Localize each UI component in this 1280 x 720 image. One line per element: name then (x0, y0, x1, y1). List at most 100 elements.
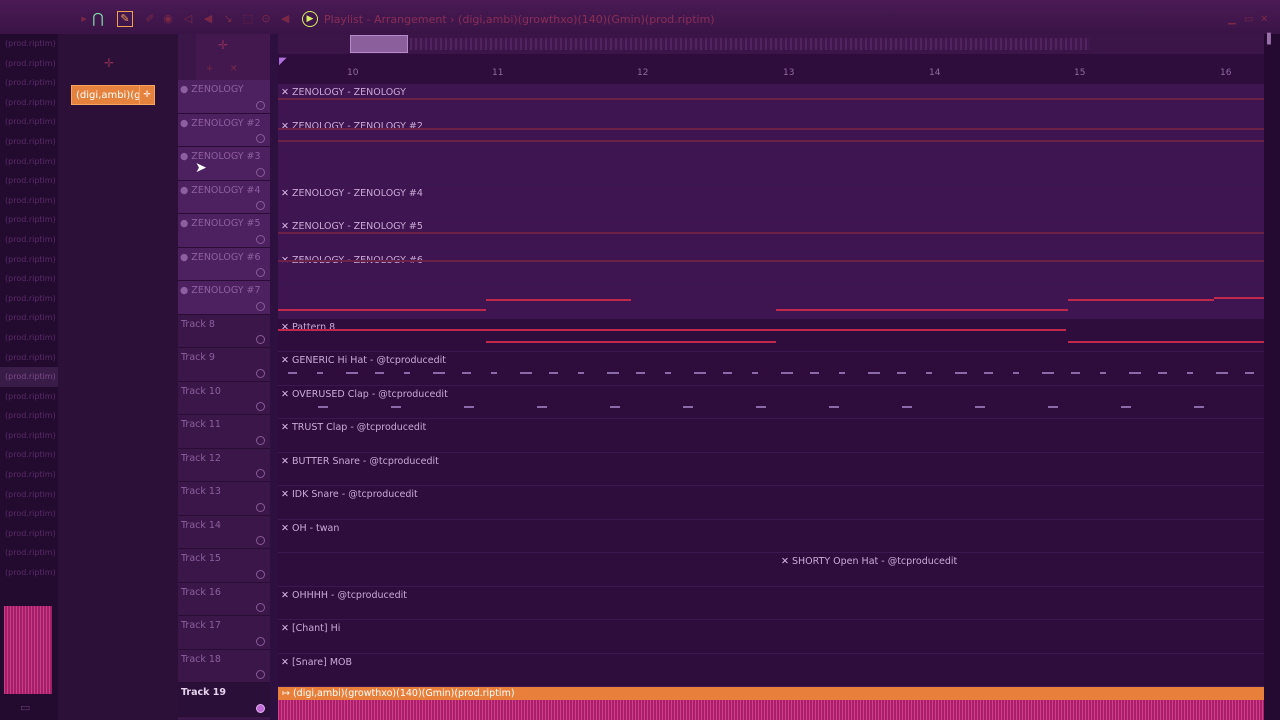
browser-item[interactable]: (prod.riptim) (0, 485, 58, 505)
browser-item[interactable]: (prod.riptim) (0, 210, 58, 230)
slip-icon[interactable]: ◀ (200, 11, 216, 27)
track-header[interactable]: Track 8 (178, 315, 270, 348)
browser-item[interactable]: (prod.riptim) (0, 73, 58, 93)
track-header[interactable]: ● ZENOLOGY #4 (178, 180, 270, 214)
browser-item[interactable]: (prod.riptim) (0, 406, 58, 426)
clip-label[interactable]: ✕ BUTTER Snare - @tcproducedit (281, 456, 439, 467)
clip-label[interactable]: ✕ IDK Snare - @tcproducedit (281, 489, 418, 500)
maximize-icon[interactable]: ▭ (1244, 14, 1253, 25)
track-enable-led[interactable] (256, 435, 265, 445)
browser-item[interactable]: (prod.riptim) (0, 465, 58, 485)
clip-label[interactable]: ✕ TRUST Clap - @tcproducedit (281, 422, 426, 433)
clip-menu-icon[interactable]: ✕ (281, 623, 289, 634)
pattern-move-icon[interactable]: ✛ (139, 85, 155, 105)
track-enable-led[interactable] (256, 502, 265, 512)
clip-label[interactable]: ✕ ZENOLOGY - ZENOLOGY (281, 87, 406, 98)
playback-icon[interactable]: ◀ (277, 11, 293, 27)
zoom-icon[interactable]: ⊙ (258, 11, 274, 27)
track-header[interactable]: Track 11 (178, 415, 270, 449)
clip-label[interactable]: ✕ ZENOLOGY - ZENOLOGY #2 (281, 121, 423, 132)
remove-track-icon[interactable]: ✕ (230, 64, 238, 74)
close-icon[interactable]: ✕ (1260, 14, 1268, 25)
clip-menu-icon[interactable]: ✕ (281, 221, 289, 232)
track-enable-led[interactable] (256, 201, 265, 210)
clip-label[interactable]: ✕ GENERIC Hi Hat - @tcproducedit (281, 355, 446, 366)
track-enable-led[interactable] (256, 636, 265, 646)
track-header[interactable]: Track 14 (178, 516, 270, 549)
clip-label[interactable]: ✕ SHORTY Open Hat - @tcproducedit (781, 556, 957, 567)
track-header[interactable]: Track 18 (178, 650, 270, 683)
add-track-icon[interactable]: + (206, 64, 214, 74)
track-lane[interactable]: ✕ TRUST Clap - @tcproducedit (278, 419, 1264, 453)
browser-item[interactable]: (prod.riptim) (0, 54, 58, 74)
track-header[interactable]: Track 19 (178, 683, 270, 717)
track-enable-led[interactable] (256, 100, 265, 110)
clip-label[interactable]: ✕ ZENOLOGY - ZENOLOGY #4 (281, 188, 423, 199)
track-lane[interactable]: ✕ ZENOLOGY - ZENOLOGY #2 (278, 117, 1264, 151)
snap-icon[interactable]: ✛ (218, 38, 228, 52)
track-header[interactable]: ● ZENOLOGY #2 (178, 113, 270, 147)
overview-scroll-thumb[interactable] (350, 35, 408, 53)
track-enable-led[interactable] (256, 670, 265, 679)
minimize-icon[interactable]: ▁ (1228, 14, 1236, 25)
track-enable-led[interactable] (256, 603, 265, 612)
track-header[interactable]: Track 12 (178, 449, 270, 482)
track-lane[interactable]: ✕ OVERUSED Clap - @tcproducedit (278, 386, 1264, 419)
track-header[interactable]: Track 17 (178, 616, 270, 650)
track-enable-led[interactable] (256, 402, 265, 411)
browser-item[interactable]: (prod.riptim) (0, 543, 58, 563)
clip-label[interactable]: ✕ ZENOLOGY - ZENOLOGY #5 (281, 221, 423, 232)
clip-menu-icon[interactable]: ✕ (281, 422, 289, 433)
track-enable-led[interactable] (256, 335, 265, 344)
clip-menu-icon[interactable]: ✕ (281, 121, 289, 132)
browser-item[interactable]: (prod.riptim) (0, 524, 58, 544)
browser-item[interactable]: (prod.riptim) (0, 93, 58, 113)
browser-item[interactable]: (prod.riptim) (0, 328, 58, 348)
browser-item[interactable]: (prod.riptim) (0, 563, 58, 583)
browser-item[interactable]: (prod.riptim) (0, 367, 58, 387)
select-icon[interactable]: ⬚ (240, 11, 256, 27)
browser-item[interactable]: (prod.riptim) (0, 445, 58, 465)
track-lane[interactable]: ✕ ZENOLOGY - ZENOLOGY (278, 84, 1264, 118)
clip-label[interactable]: ✕ OVERUSED Clap - @tcproducedit (281, 389, 448, 400)
track-enable-led[interactable] (256, 703, 265, 713)
clip-menu-icon[interactable]: ✕ (281, 389, 289, 400)
audio-clip[interactable]: ↦ (digi,ambi)(growthxo)(140)(Gmin)(prod.… (278, 686, 1264, 720)
timeline-ruler[interactable]: ◤ 10 11 12 13 14 15 16 (278, 54, 1264, 85)
playlist-area[interactable]: ◤ 10 11 12 13 14 15 16 ✕ ZENOLOGY - ZENOLOGY ✕ ZE… (278, 34, 1264, 720)
pencil-icon[interactable]: ✎ (117, 11, 133, 27)
track-enable-led[interactable] (256, 167, 265, 177)
browser-item[interactable]: (prod.riptim) (0, 171, 58, 191)
browser-item[interactable]: (prod.riptim) (0, 269, 58, 289)
track-header[interactable]: ● ZENOLOGY #7 (178, 281, 270, 315)
playlist-overview[interactable] (278, 34, 1264, 54)
track-lane[interactable]: ✕ [Snare] MOB (278, 654, 1264, 687)
track-enable-led[interactable] (256, 234, 265, 244)
clip-label[interactable]: ✕ Pattern 8 (281, 322, 335, 333)
scroll-up-icon[interactable]: ▌ (1267, 34, 1275, 45)
clip-menu-icon[interactable]: ✕ (281, 523, 289, 534)
browser-item[interactable]: (prod.riptim) (0, 152, 58, 172)
browser-item[interactable]: (prod.riptim) (0, 426, 58, 446)
track-header[interactable]: Track 16 (178, 583, 270, 616)
folder-icon[interactable]: ▭ (20, 701, 30, 714)
track-lane[interactable]: ✕ ZENOLOGY - ZENOLOGY #4 (278, 184, 1264, 218)
pattern-add-icon[interactable]: ✛ (104, 56, 114, 70)
track-lane[interactable]: ✕ ZENOLOGY - ZENOLOGY #5 (278, 218, 1264, 252)
track-lane[interactable]: ✕ OH - twan (278, 520, 1264, 553)
track-lane[interactable]: ✕ IDK Snare - @tcproducedit (278, 486, 1264, 520)
track-lane[interactable]: ✕ OHHHH - @tcproducedit (278, 587, 1264, 620)
clip-menu-icon[interactable]: ✕ (281, 188, 289, 199)
mute-icon[interactable]: ◁ (180, 11, 196, 27)
browser-item[interactable]: (prod.riptim) (0, 34, 58, 54)
play-icon[interactable]: ▶ (302, 11, 318, 27)
track-lane[interactable]: ✕ BUTTER Snare - @tcproducedit (278, 453, 1264, 486)
track-enable-led[interactable] (256, 368, 265, 378)
track-lane[interactable]: ✕ Pattern 8 (278, 319, 1264, 352)
browser-item[interactable]: (prod.riptim) (0, 132, 58, 152)
track-lane[interactable]: ✕ZENOLOGY - ZENOLOGY #6 (278, 251, 1264, 285)
browser-item[interactable]: (prod.riptim) (0, 387, 58, 407)
browser-item[interactable]: (prod.riptim) (0, 289, 58, 309)
clip-label[interactable]: ✕ [Chant] Hi (281, 623, 340, 634)
paint-icon[interactable]: ✐ (142, 11, 158, 27)
